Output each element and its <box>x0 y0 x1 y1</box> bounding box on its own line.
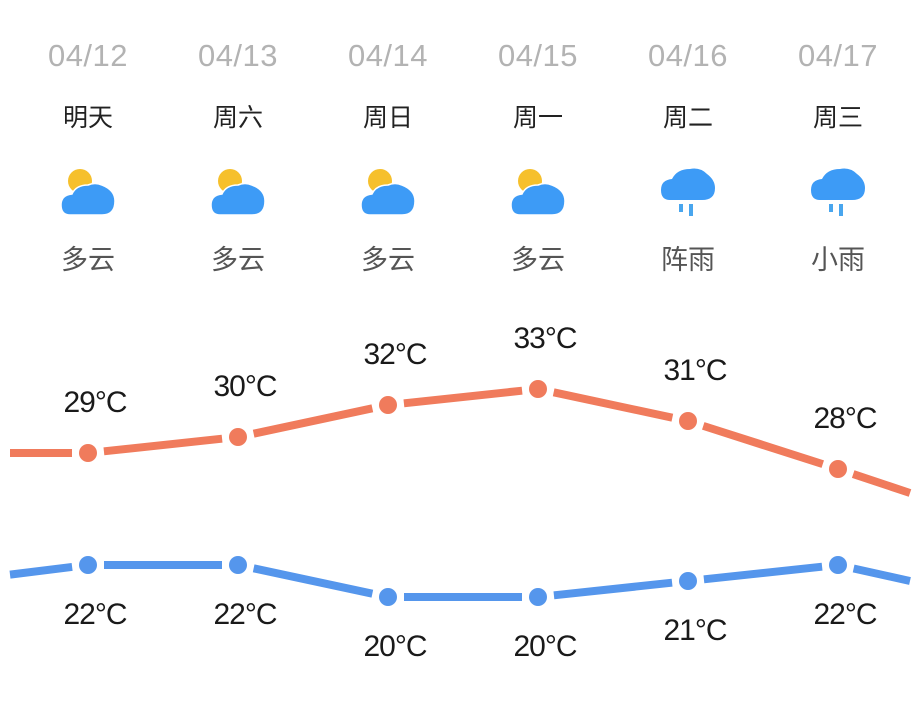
temperature-chart: 29°C 30°C 32°C 33°C 31°C 28°C 22°C 22°C 20°C 20°C… <box>9 322 912 663</box>
low-point <box>829 556 847 574</box>
high-temp-label: 30°C <box>213 370 276 403</box>
high-point <box>829 460 847 478</box>
high-temp-label: 28°C <box>813 402 876 435</box>
low-temp-label: 22°C <box>813 598 876 631</box>
high-line-segment <box>851 470 912 497</box>
high-temp-label: 33°C <box>513 322 576 355</box>
high-line-segment <box>252 404 374 438</box>
low-temp-label: 21°C <box>663 614 726 647</box>
high-temp-label: 32°C <box>363 338 426 371</box>
high-point <box>379 396 397 414</box>
low-temp-label: 20°C <box>363 630 426 663</box>
low-point <box>79 556 97 574</box>
low-line-segment <box>252 564 374 598</box>
low-point <box>379 588 397 606</box>
high-point <box>679 412 697 430</box>
high-line-segment <box>103 434 223 456</box>
low-line-segment <box>9 562 73 579</box>
low-temp-label: 22°C <box>63 598 126 631</box>
high-line-segment <box>403 386 523 408</box>
high-point <box>79 444 97 462</box>
low-temp-label: 22°C <box>213 598 276 631</box>
low-point <box>679 572 697 590</box>
low-point <box>529 588 547 606</box>
low-line-segment <box>553 578 673 600</box>
high-temp-label: 31°C <box>663 354 726 387</box>
high-point <box>229 428 247 446</box>
low-temp-label: 20°C <box>513 630 576 663</box>
high-line-segment <box>702 422 824 468</box>
high-line-segment <box>552 388 674 422</box>
high-point <box>529 380 547 398</box>
high-temp-label: 29°C <box>63 386 126 419</box>
low-point <box>229 556 247 574</box>
low-line-segment <box>852 564 911 585</box>
low-line-segment <box>703 562 823 584</box>
